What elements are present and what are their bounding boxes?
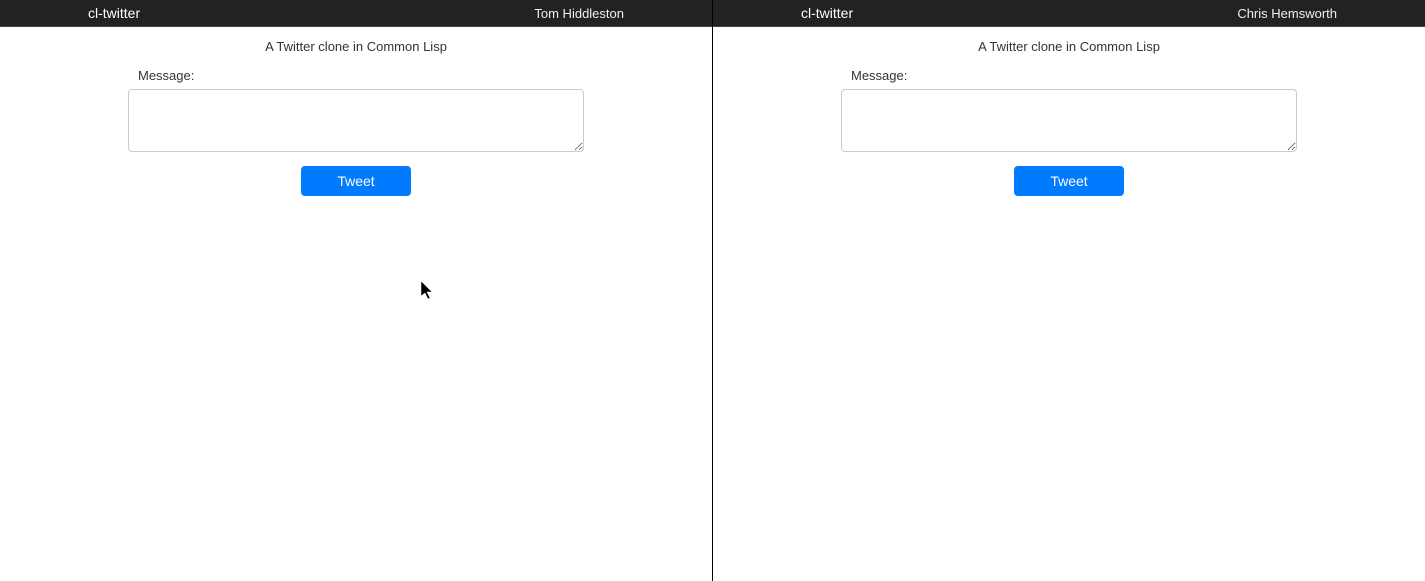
tweet-button-right[interactable]: Tweet [1014,166,1123,196]
message-label-left: Message: [138,68,584,83]
left-pane: cl-twitter Tom Hiddleston A Twitter clon… [0,0,712,581]
navbar-right: cl-twitter Chris Hemsworth [713,0,1425,27]
brand-link-left[interactable]: cl-twitter [88,5,140,21]
cursor-icon [421,281,435,301]
message-label-right: Message: [851,68,1297,83]
split-container: cl-twitter Tom Hiddleston A Twitter clon… [0,0,1425,581]
message-textarea-left[interactable] [128,89,584,152]
tweet-form-right: Message: Tweet [713,68,1425,196]
tweet-form-left: Message: Tweet [0,68,712,196]
subtitle-right: A Twitter clone in Common Lisp [713,39,1425,54]
button-row-left: Tweet [128,166,584,196]
button-row-right: Tweet [841,166,1297,196]
username-link-right[interactable]: Chris Hemsworth [1237,6,1337,21]
message-textarea-right[interactable] [841,89,1297,152]
subtitle-left: A Twitter clone in Common Lisp [0,39,712,54]
tweet-button-left[interactable]: Tweet [301,166,410,196]
username-link-left[interactable]: Tom Hiddleston [534,6,624,21]
brand-link-right[interactable]: cl-twitter [801,5,853,21]
right-pane: cl-twitter Chris Hemsworth A Twitter clo… [713,0,1425,581]
navbar-left: cl-twitter Tom Hiddleston [0,0,712,27]
